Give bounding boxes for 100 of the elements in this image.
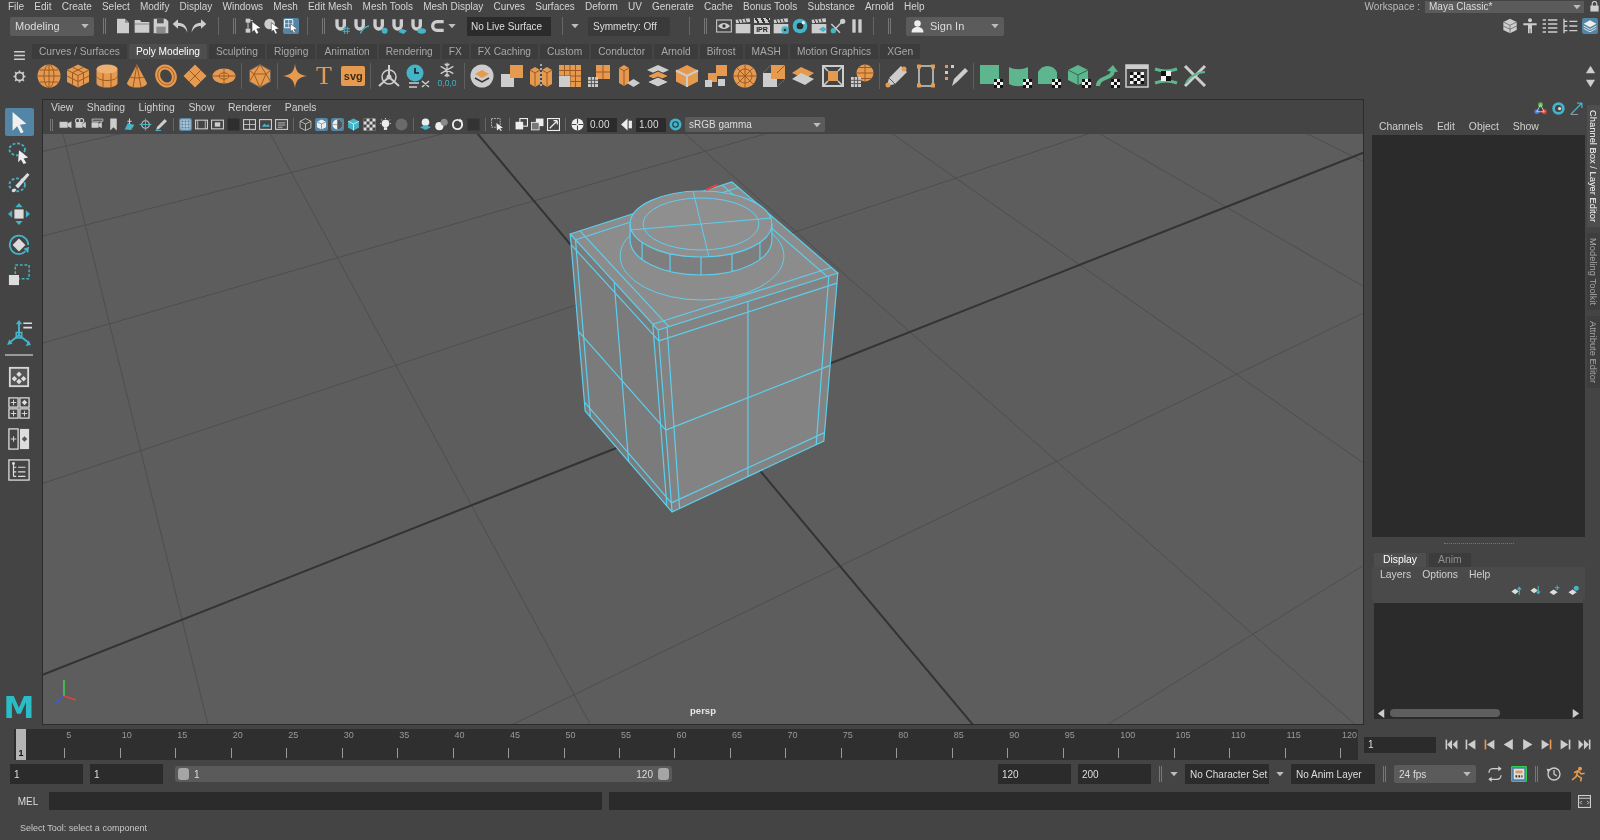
- list-lines-icon[interactable]: [1542, 18, 1558, 34]
- scroll-left-icon[interactable]: [1376, 707, 1387, 719]
- resolution-gate-icon[interactable]: [211, 118, 224, 131]
- field-chart-icon[interactable]: [243, 118, 256, 131]
- eye-window-icon[interactable]: [716, 18, 732, 34]
- square-grid-icon[interactable]: [557, 64, 582, 88]
- square-frame-icon[interactable]: [820, 64, 845, 88]
- tall-block-icon[interactable]: [616, 64, 641, 88]
- shelf-tab[interactable]: Arnold: [654, 44, 698, 59]
- shelf-tab[interactable]: Animation: [317, 44, 377, 59]
- star-icon[interactable]: [282, 64, 307, 88]
- scrollbar-thumb[interactable]: [1390, 709, 1500, 717]
- scroll-right-icon[interactable]: [1570, 707, 1581, 719]
- menu-item[interactable]: File: [8, 1, 25, 12]
- menu-item[interactable]: Windows: [222, 1, 264, 12]
- script-language-button[interactable]: MEL: [14, 792, 42, 810]
- shelf-tab[interactable]: Poly Modeling: [128, 44, 207, 59]
- xray-icon[interactable]: [515, 118, 528, 131]
- overlapping-squares-icon[interactable]: [499, 64, 524, 88]
- current-frame-indicator[interactable]: 1: [16, 729, 26, 760]
- curved-plane-checker-icon[interactable]: [1008, 64, 1033, 88]
- shelf-tab[interactable]: FX Caching: [470, 44, 539, 59]
- gamma-field[interactable]: 1.00: [636, 117, 666, 132]
- diagonal-arrow-icon[interactable]: [1570, 101, 1583, 115]
- clapboard-gear-icon[interactable]: [773, 18, 789, 34]
- curve-arrow-icon[interactable]: [1095, 64, 1120, 88]
- cone-icon[interactable]: [124, 64, 149, 88]
- half-shaded-sphere-icon[interactable]: [331, 118, 344, 131]
- layer-editor-tab[interactable]: Anim: [1429, 553, 1471, 567]
- polyhedron-icon[interactable]: [247, 64, 272, 88]
- color-space-dropdown[interactable]: sRGB gamma: [685, 117, 825, 132]
- magnet-grid-icon[interactable]: [334, 18, 350, 34]
- step-forward-frame-icon[interactable]: [1540, 738, 1553, 751]
- xray-components-icon[interactable]: [547, 118, 560, 131]
- shelf-tab[interactable]: Conductor: [591, 44, 653, 59]
- viewport-menu-item[interactable]: View: [51, 102, 74, 113]
- shelf-tab[interactable]: MASH: [744, 44, 788, 59]
- grid-cursor-icon[interactable]: [283, 18, 299, 34]
- safe-action-icon[interactable]: [259, 118, 272, 131]
- menu-item[interactable]: Create: [61, 1, 92, 12]
- person-icon[interactable]: [911, 19, 924, 33]
- cylinder-icon[interactable]: [95, 64, 120, 88]
- shelf-tab[interactable]: Custom: [540, 44, 590, 59]
- magnet-icon[interactable]: [429, 18, 445, 34]
- split-cube-icon[interactable]: [528, 64, 553, 88]
- menu-item[interactable]: Mesh: [273, 1, 298, 12]
- magnet-curve-icon[interactable]: [353, 18, 369, 34]
- freeze-button[interactable]: 0,0,0: [435, 62, 459, 90]
- sphere-stack-icon[interactable]: [419, 118, 432, 131]
- gizmo-icon[interactable]: [376, 64, 401, 88]
- axis-handle-icon[interactable]: [6, 320, 32, 347]
- sign-in-dropdown[interactable]: Sign In: [906, 16, 1004, 36]
- step-forward-key-icon[interactable]: [1559, 738, 1572, 751]
- new-layer-icon[interactable]: [1549, 585, 1560, 596]
- shelf-tab[interactable]: Rendering: [378, 44, 440, 59]
- shaded-cube-icon[interactable]: [315, 118, 328, 131]
- layer-menu-item[interactable]: Layers: [1380, 569, 1412, 580]
- ring-icon[interactable]: [792, 18, 808, 34]
- play-forward-icon[interactable]: [1521, 738, 1534, 751]
- magnet-point-icon[interactable]: [372, 18, 388, 34]
- frame-panel-icon[interactable]: [1511, 766, 1527, 782]
- cube-icon[interactable]: [66, 64, 91, 88]
- menu-item[interactable]: Substance: [807, 1, 855, 12]
- menu-item[interactable]: Deform: [584, 1, 618, 12]
- bookmark-icon[interactable]: [107, 118, 120, 131]
- workspace-dropdown[interactable]: Maya Classic*: [1425, 0, 1584, 13]
- wire-shaded-cube-icon[interactable]: [347, 118, 360, 131]
- xray-joints-icon[interactable]: [531, 118, 544, 131]
- node-tree-cursor-icon[interactable]: [245, 18, 261, 34]
- current-frame-field[interactable]: 1: [1364, 736, 1436, 753]
- menu-item[interactable]: Edit Mesh: [307, 1, 353, 12]
- script-editor-icon[interactable]: [1578, 794, 1591, 808]
- menu-item[interactable]: Curves: [493, 1, 526, 12]
- linked-nodes-icon[interactable]: [830, 18, 846, 34]
- menu-item[interactable]: Surfaces: [535, 1, 575, 12]
- running-figure-icon[interactable]: [1570, 766, 1586, 782]
- shelf-tab[interactable]: XGen: [880, 44, 921, 59]
- clock-icon[interactable]: [405, 64, 430, 88]
- shelf-tab[interactable]: Curves / Surfaces: [32, 44, 127, 59]
- save-icon[interactable]: [153, 18, 169, 34]
- undo-icon[interactable]: [172, 18, 188, 34]
- scattered-blocks-icon[interactable]: [703, 64, 728, 88]
- image-plane-icon[interactable]: [123, 118, 136, 131]
- channel-box-menu-item[interactable]: Channels: [1379, 120, 1423, 132]
- menu-item[interactable]: Bonus Tools: [743, 1, 798, 12]
- menu-icon[interactable]: [12, 49, 26, 62]
- menu-item[interactable]: Help: [904, 1, 925, 12]
- triangle-bar-icon[interactable]: [620, 118, 633, 131]
- cube-checker-icon[interactable]: [1066, 64, 1091, 88]
- layer-editor-tab[interactable]: Display: [1374, 553, 1427, 567]
- lightbulb-icon[interactable]: [379, 118, 392, 131]
- extruded-square-icon[interactable]: [762, 64, 787, 88]
- menu-item[interactable]: Edit: [34, 1, 52, 12]
- skip-to-start-icon[interactable]: [1445, 738, 1458, 751]
- command-input-field[interactable]: [49, 792, 602, 810]
- folder-icon[interactable]: [134, 18, 150, 34]
- range-slider[interactable]: 1 120: [175, 766, 672, 782]
- film-gate-icon[interactable]: [195, 118, 208, 131]
- single-pane-layout-icon[interactable]: [8, 366, 30, 389]
- viewport-menu-item[interactable]: Renderer: [227, 102, 272, 113]
